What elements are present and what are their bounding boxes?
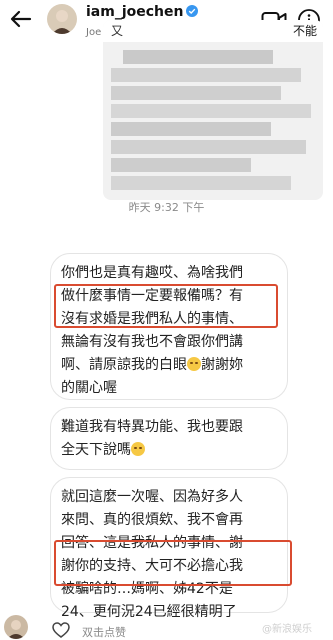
shared-image-text-end: 不能	[292, 24, 317, 38]
shared-screenshot-image[interactable]: 又 不能	[103, 20, 323, 200]
message-line: 來問、真的很煩欸、我不會再	[61, 512, 243, 528]
watermark: @新浪娱乐	[262, 624, 312, 635]
laughing-emoji-icon	[131, 442, 145, 456]
message-line-text: 啊、請原諒我的白眼	[61, 357, 187, 373]
blurred-text-line	[111, 140, 306, 154]
heart-like-icon[interactable]	[52, 622, 70, 638]
shared-image-header: 又 不能	[103, 20, 323, 42]
blurred-text-line	[111, 86, 281, 100]
message-bubble[interactable]: 難道我有特異功能、我也要跟 全天下說嗎	[50, 407, 288, 470]
message-line-text: 全天下說嗎	[61, 442, 131, 458]
message-timestamp: 昨天 9:32 下午	[128, 201, 205, 214]
double-tap-like-hint: 双击点赞	[82, 626, 126, 639]
back-arrow-icon[interactable]	[8, 6, 34, 32]
message-line: 全天下說嗎	[61, 439, 277, 462]
avatar[interactable]	[47, 4, 77, 34]
message-line: 24、更何況24已經很精明了	[61, 604, 237, 620]
message-line: 難道我有特異功能、我也要跟	[61, 419, 243, 435]
blurred-text-line	[111, 176, 291, 190]
blurred-text-line	[111, 68, 301, 82]
username-text: iam_joechen	[86, 4, 184, 20]
verified-badge-icon	[186, 5, 199, 17]
message-line: 啊、請原諒我的白眼 謝謝妳	[61, 354, 277, 377]
blurred-text-line	[111, 122, 271, 136]
message-line: 無論有沒有我也不會跟你們講	[61, 334, 243, 350]
message-line: 的關心喔	[61, 380, 117, 396]
message-line-text: 謝謝妳	[201, 357, 243, 373]
blurred-text-line	[111, 104, 311, 118]
message-line: 你們也是真有趣哎、為啥我們	[61, 265, 243, 281]
message-line: 就回這麼一次喔、因為好多人	[61, 489, 243, 505]
sender-avatar[interactable]	[4, 615, 28, 639]
username[interactable]: iam_joechen	[86, 4, 199, 20]
highlight-box	[54, 540, 292, 586]
shared-image-text-start: 又	[111, 24, 124, 38]
eye-roll-emoji-icon	[187, 357, 201, 371]
blurred-text-line	[123, 50, 273, 64]
blurred-text-line	[111, 158, 251, 172]
highlight-box	[54, 284, 278, 328]
